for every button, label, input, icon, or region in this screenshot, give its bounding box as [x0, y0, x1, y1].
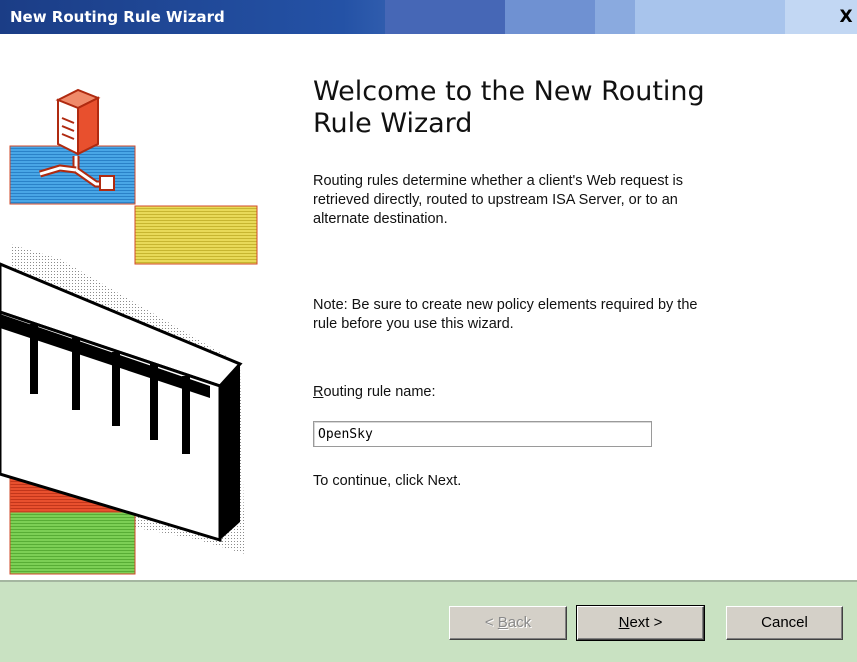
- green-block: [9, 511, 136, 575]
- back-prefix: <: [484, 614, 498, 631]
- window-title: New Routing Rule Wizard: [10, 8, 225, 26]
- page-title-line2: Rule Wizard: [313, 108, 473, 139]
- close-icon[interactable]: X: [837, 8, 855, 26]
- continue-text: To continue, click Next.: [313, 473, 462, 489]
- wizard-content: Welcome to the New Routing Rule Wizard: [313, 76, 833, 140]
- next-button[interactable]: Next >: [576, 605, 705, 641]
- title-bar-band: [635, 0, 785, 34]
- server-icon: [55, 88, 101, 156]
- note-line: rule before you use this wizard.: [313, 316, 514, 332]
- back-label: ack: [507, 614, 532, 631]
- title-bar-band: [385, 0, 505, 34]
- yellow-block: [134, 205, 258, 265]
- title-bar-band: [595, 0, 635, 34]
- description-line: Routing rules determine whether a client…: [313, 173, 684, 189]
- wizard-illustration: [0, 88, 258, 575]
- description-line: retrieved directly, routed to upstream I…: [313, 192, 678, 208]
- note-line: Note: Be sure to create new policy eleme…: [313, 297, 698, 313]
- routing-rule-name-input[interactable]: OpenSky: [313, 421, 652, 447]
- note-text: Note: Be sure to create new policy eleme…: [313, 296, 813, 334]
- description-line: alternate destination.: [313, 211, 448, 227]
- routing-rule-name-label: Routing rule name:: [313, 384, 436, 400]
- cancel-button[interactable]: Cancel: [726, 606, 843, 640]
- page-title-line1: Welcome to the New Routing: [313, 76, 705, 107]
- next-label: ext >: [629, 614, 663, 631]
- blue-block: [9, 145, 136, 205]
- page-title: Welcome to the New Routing Rule Wizard: [313, 76, 833, 140]
- title-bar-band: [505, 0, 595, 34]
- back-button[interactable]: < Back: [449, 606, 567, 640]
- title-bar: New Routing Rule Wizard X: [0, 0, 857, 34]
- label-accelerator: R: [313, 384, 324, 400]
- description-text: Routing rules determine whether a client…: [313, 172, 813, 229]
- next-accelerator: N: [618, 614, 630, 631]
- label-text: outing rule name:: [323, 384, 436, 400]
- back-accelerator: B: [497, 614, 508, 631]
